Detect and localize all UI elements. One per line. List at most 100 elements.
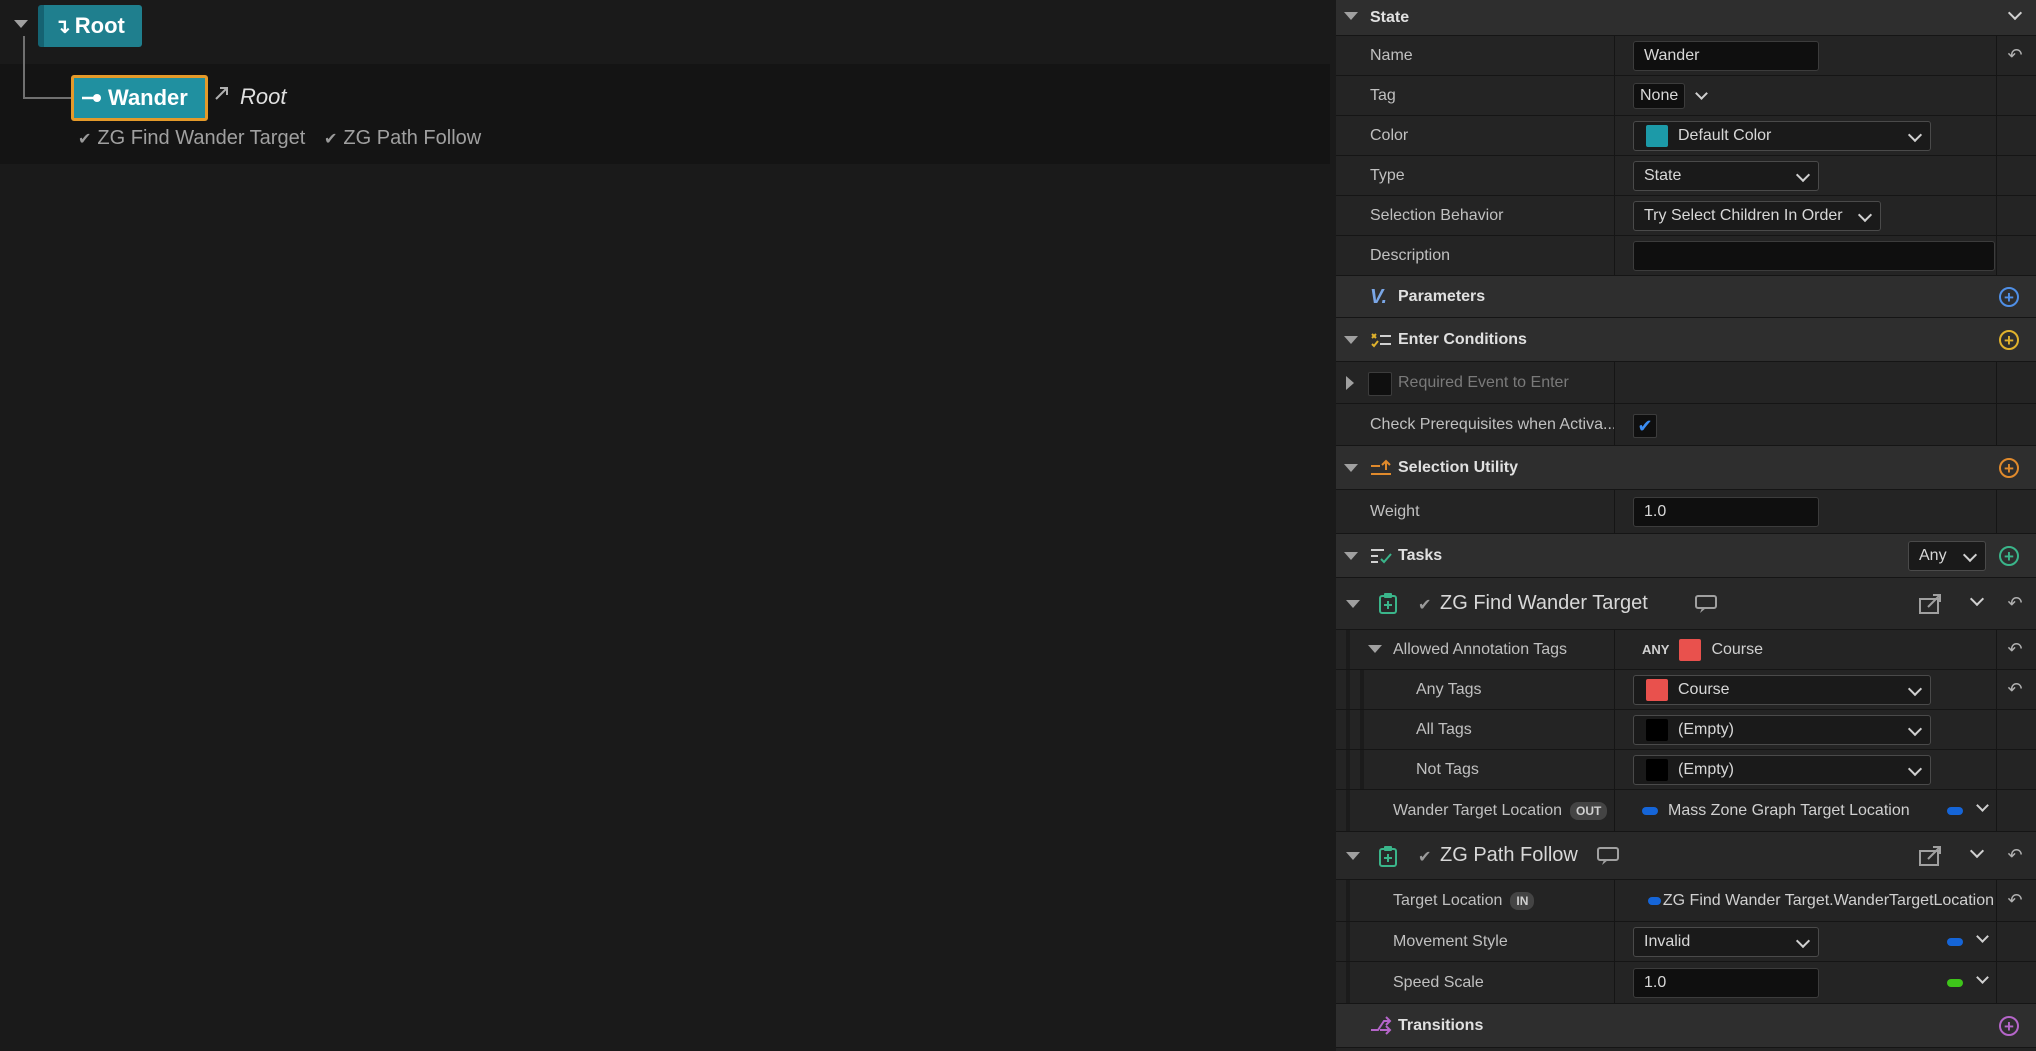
chevron-down-icon [1907, 127, 1923, 145]
chevron-down-icon [1907, 681, 1923, 699]
expand-icon[interactable] [1346, 376, 1354, 390]
property-selection-behavior: Selection Behavior Try Select Children I… [1336, 196, 2036, 236]
task-header-find-wander[interactable]: ✔ ZG Find Wander Target ↶ [1336, 578, 2036, 630]
task-header-path-follow[interactable]: ✔ ZG Path Follow ↶ [1336, 832, 2036, 880]
add-condition-button[interactable]: + [1999, 330, 2019, 350]
reset-to-default-icon[interactable]: ↶ [2004, 578, 2026, 629]
collapse-icon[interactable] [1368, 645, 1382, 653]
property-type: Type State [1336, 156, 2036, 196]
property-color: Color Default Color [1336, 116, 2036, 156]
category-state[interactable]: State [1336, 0, 2036, 36]
tree-node-root[interactable]: ↴ Root [38, 5, 142, 47]
tree-node-wander-label: Wander [108, 85, 188, 110]
type-combo[interactable]: State [1633, 160, 1819, 191]
out-badge: OUT [1570, 801, 1608, 820]
color-swatch [1646, 124, 1668, 147]
linked-state-label[interactable]: Root [240, 84, 286, 110]
wander-target-binding[interactable]: Mass Zone Graph Target Location [1668, 802, 1910, 820]
property-speed-scale: Speed Scale 1.0 [1336, 962, 2036, 1004]
category-transitions[interactable]: Transitions + [1336, 1004, 2036, 1048]
property-target-location: Target Location IN ZG Find Wander Target… [1336, 880, 2036, 922]
reset-to-default-icon[interactable]: ↶ [2004, 36, 2026, 75]
reset-to-default-icon[interactable]: ↶ [2004, 880, 2026, 921]
chevron-down-icon [1795, 167, 1811, 185]
task-enabled-check-icon: ✔ [324, 130, 338, 148]
task-debug-icon[interactable] [1694, 594, 1718, 619]
selection-behavior-combo[interactable]: Try Select Children In Order [1633, 200, 1881, 231]
tree-task-path-follow[interactable]: ✔ ZG Path Follow [324, 127, 481, 150]
binding-pin-icon[interactable] [1947, 807, 1963, 815]
binding-pin-icon[interactable] [1947, 938, 1963, 946]
tag-color-swatch [1646, 718, 1668, 741]
conditions-icon [1370, 330, 1392, 355]
chevron-down-icon[interactable] [2007, 5, 2023, 21]
property-required-event: Required Event to Enter [1336, 362, 2036, 404]
root-expand-icon[interactable] [14, 20, 28, 28]
tasks-filter-combo[interactable]: Any [1908, 541, 1986, 571]
collapse-icon[interactable] [1344, 464, 1358, 472]
state-node-icon [82, 92, 102, 104]
task-debug-icon[interactable] [1596, 846, 1620, 871]
check-prerequisites-checkbox[interactable]: ✔ [1633, 414, 1657, 438]
browse-to-asset-icon[interactable] [1918, 593, 1942, 620]
tree-task-find-wander[interactable]: ✔ ZG Find Wander Target [78, 127, 305, 150]
property-movement-style: Movement Style Invalid [1336, 922, 2036, 962]
pin-blue-icon [1648, 896, 1661, 905]
collapse-icon[interactable] [1344, 336, 1358, 344]
name-input[interactable]: Wander [1633, 40, 1819, 71]
property-all-tags: All Tags (Empty) [1336, 710, 2036, 750]
task-enabled-check-icon: ✔ [78, 130, 92, 148]
category-selection-utility[interactable]: Selection Utility + [1336, 446, 2036, 490]
tree-node-wander[interactable]: Wander [71, 75, 208, 121]
tag-color-swatch [1679, 638, 1702, 661]
chevron-down-icon [1795, 933, 1811, 951]
add-parameter-button[interactable]: + [1999, 287, 2019, 307]
tree-connector-line [23, 97, 71, 99]
category-tasks[interactable]: Tasks Any + [1336, 534, 2036, 578]
description-input[interactable] [1633, 240, 1995, 271]
checkmark-icon: ✔ [1637, 415, 1653, 436]
chevron-down-icon[interactable] [1969, 843, 1985, 859]
task-enabled-check-icon[interactable]: ✔ [1418, 847, 1431, 867]
chevron-down-icon[interactable] [1976, 971, 1989, 984]
chevron-down-icon[interactable] [1976, 799, 1989, 812]
collapse-icon[interactable] [1346, 600, 1360, 608]
any-tags-combo[interactable]: Course [1633, 674, 1931, 705]
category-state-label: State [1370, 8, 1410, 26]
reset-to-default-icon[interactable]: ↶ [2004, 630, 2026, 669]
speed-scale-input[interactable]: 1.0 [1633, 967, 1819, 998]
property-weight: Weight 1.0 [1336, 490, 2036, 534]
color-combo[interactable]: Default Color [1633, 120, 1931, 151]
property-description: Description [1336, 236, 2036, 276]
reset-to-default-icon[interactable]: ↶ [2004, 670, 2026, 709]
property-not-tags: Not Tags (Empty) [1336, 750, 2036, 790]
collapse-icon[interactable] [1344, 12, 1358, 20]
chevron-down-icon[interactable] [1976, 930, 1989, 943]
tag-combo[interactable]: None [1633, 82, 1686, 109]
target-location-binding[interactable]: ZG Find Wander Target.WanderTargetLocati… [1663, 892, 1994, 910]
chevron-down-icon [1962, 547, 1978, 565]
not-tags-combo[interactable]: (Empty) [1633, 754, 1931, 785]
binding-pin-icon[interactable] [1947, 979, 1963, 987]
required-event-checkbox[interactable] [1368, 372, 1392, 396]
chevron-down-icon[interactable] [1969, 591, 1985, 607]
property-check-prerequisites: Check Prerequisites when Activa... ✔ [1336, 404, 2036, 446]
task-enabled-check-icon[interactable]: ✔ [1418, 595, 1431, 615]
weight-input[interactable]: 1.0 [1633, 496, 1819, 527]
collapse-icon[interactable] [1344, 552, 1358, 560]
category-parameters[interactable]: V. Parameters + [1336, 276, 2036, 318]
add-transition-button[interactable]: + [1999, 1016, 2019, 1036]
collapse-icon[interactable] [1346, 852, 1360, 860]
chevron-down-icon[interactable] [1695, 87, 1709, 100]
category-enter-conditions[interactable]: Enter Conditions + [1336, 318, 2036, 362]
property-tag: Tag None [1336, 76, 2036, 116]
property-name: Name Wander ↶ [1336, 36, 2036, 76]
movement-style-combo[interactable]: Invalid [1633, 926, 1819, 957]
add-utility-button[interactable]: + [1999, 458, 2019, 478]
browse-to-asset-icon[interactable] [1918, 845, 1942, 872]
chevron-down-icon [1857, 207, 1873, 225]
add-task-button[interactable]: + [1999, 546, 2019, 566]
all-tags-combo[interactable]: (Empty) [1633, 714, 1931, 745]
subtree-icon: ↴ [54, 15, 71, 38]
reset-to-default-icon[interactable]: ↶ [2004, 832, 2026, 879]
